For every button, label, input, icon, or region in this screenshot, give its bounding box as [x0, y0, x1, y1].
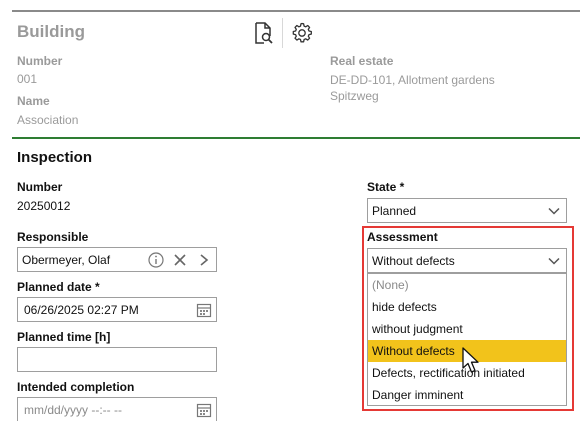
dropdown-option-without-judgment[interactable]: without judgment [368, 318, 566, 340]
dropdown-option-hide-defects[interactable]: hide defects [368, 296, 566, 318]
intended-completion-placeholder: mm/dd/yyyy --:-- -- [24, 402, 122, 417]
assessment-select[interactable]: Without defects [367, 248, 567, 273]
intended-completion-label: Intended completion [17, 380, 135, 394]
state-label: State * [367, 180, 405, 194]
intended-completion-field[interactable]: mm/dd/yyyy --:-- -- [17, 397, 217, 421]
planned-date-label: Planned date * [17, 280, 100, 294]
building-name-label: Name [17, 94, 50, 108]
responsible-value: Obermeyer, Olaf [22, 252, 111, 267]
document-search-icon[interactable] [251, 21, 275, 45]
inspection-number-value: 20250012 [17, 199, 71, 213]
calendar-icon[interactable] [195, 401, 213, 419]
chevron-down-icon [548, 257, 560, 265]
top-divider [12, 10, 580, 12]
chevron-right-icon[interactable] [195, 251, 213, 269]
real-estate-value-line1: DE-DD-101, Allotment gardens [330, 73, 495, 87]
inspection-section-title: Inspection [17, 149, 93, 166]
chevron-down-icon [548, 207, 560, 215]
mouse-cursor-icon [462, 347, 479, 373]
building-number-value: 001 [17, 72, 38, 86]
real-estate-label: Real estate [330, 54, 394, 68]
inspection-number-label: Number [17, 180, 63, 194]
planned-time-label: Planned time [h] [17, 330, 111, 344]
dropdown-option-none[interactable]: (None) [368, 274, 566, 296]
clear-icon[interactable] [171, 251, 189, 269]
calendar-icon[interactable] [195, 301, 213, 319]
building-number-label: Number [17, 54, 63, 68]
building-section-title: Building [17, 22, 85, 41]
info-icon[interactable] [147, 251, 165, 269]
state-value: Planned [372, 203, 417, 218]
responsible-field[interactable]: Obermeyer, Olaf [17, 247, 217, 272]
real-estate-value-line2: Spitzweg [330, 89, 379, 103]
dropdown-option-danger-imminent[interactable]: Danger imminent [368, 384, 566, 406]
state-select[interactable]: Planned [367, 198, 567, 223]
assessment-label: Assessment [367, 230, 438, 244]
section-divider [12, 137, 580, 139]
assessment-dropdown-list: (None) hide defects without judgment Wit… [367, 273, 567, 406]
assessment-value: Without defects [372, 253, 455, 268]
toolbar-separator [282, 18, 283, 48]
planned-date-field[interactable]: 06/26/2025 02:27 PM [17, 297, 217, 322]
building-name-value: Association [17, 113, 79, 127]
planned-date-value: 06/26/2025 02:27 PM [24, 302, 139, 317]
responsible-label: Responsible [17, 230, 89, 244]
gear-icon[interactable] [290, 21, 314, 45]
planned-time-field[interactable] [17, 347, 217, 372]
